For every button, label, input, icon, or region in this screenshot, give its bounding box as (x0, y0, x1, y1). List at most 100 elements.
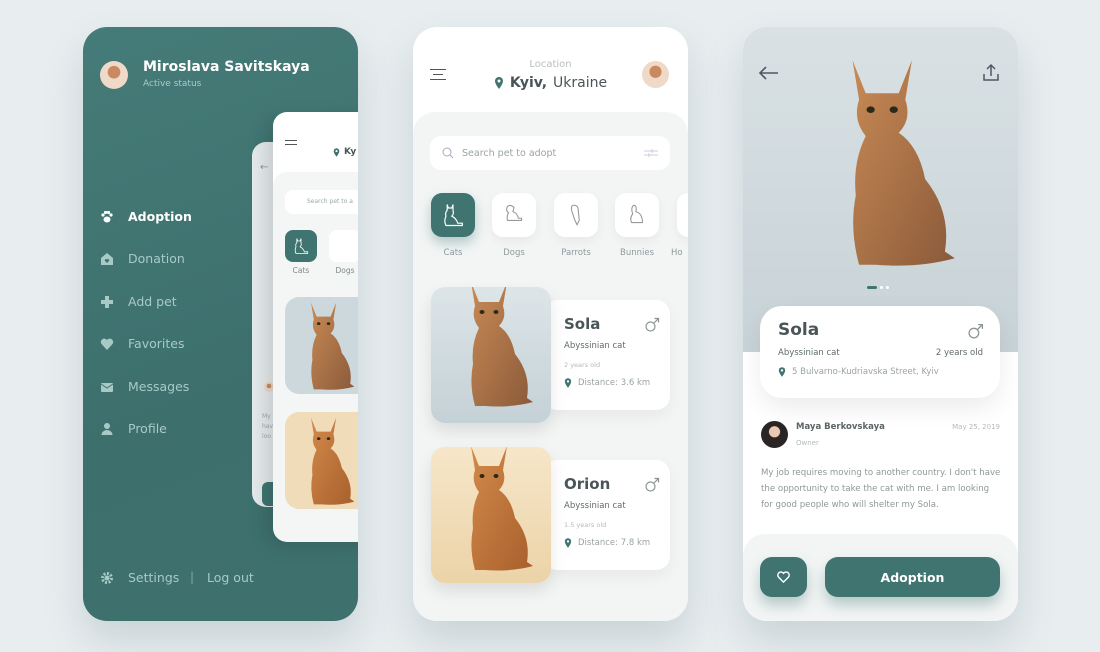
country: Ukraine (553, 75, 608, 91)
pet-name: Sola (778, 320, 820, 340)
menu-icon (285, 140, 297, 145)
logout-button[interactable]: Log out (207, 570, 254, 585)
menu-label: Adoption (128, 209, 192, 224)
preview-dogs-label: Dogs (335, 266, 355, 275)
preview-home-screen: Ky Search pet to a Cats Dogs (273, 112, 358, 542)
owner-avatar (761, 421, 788, 448)
menu-label: Favorites (128, 336, 185, 351)
pet-distance: Distance: 7.8 km (564, 538, 650, 548)
preview-description: My hav loo (262, 413, 274, 440)
category-parrots[interactable] (554, 193, 598, 237)
user-name: Miroslava Savitskaya (143, 59, 310, 75)
settings-button[interactable]: Settings (100, 570, 179, 585)
share-icon[interactable] (981, 63, 1001, 83)
settings-label: Settings (128, 570, 180, 585)
parrot-icon (570, 204, 580, 226)
paw-icon (101, 210, 113, 222)
menu-item-messages[interactable]: Messages (100, 379, 189, 394)
user-icon (101, 422, 113, 435)
preview-pet-image (285, 297, 358, 394)
category-label: Cats (443, 248, 463, 258)
pet-description: My job requires moving to another countr… (761, 468, 1001, 510)
filter-icon[interactable] (644, 148, 658, 158)
preview-pet-image (285, 412, 358, 509)
menu-label: Add pet (128, 294, 177, 309)
search-placeholder: Search pet to adopt (462, 147, 557, 159)
category-label: Parrots (561, 248, 591, 258)
male-icon (644, 477, 660, 493)
pet-detail-screen: Sola Abyssinian cat 2 years old 5 Bulvar… (743, 27, 1018, 621)
male-icon (967, 323, 984, 340)
pet-image (431, 447, 551, 583)
bunny-icon (630, 204, 643, 224)
pet-breed: Abyssinian cat (564, 341, 626, 351)
pet-breed: Abyssinian cat (564, 501, 626, 511)
preview-city: Ky (344, 147, 357, 157)
cat-photo (441, 447, 541, 583)
preview-cats-label: Cats (292, 266, 310, 275)
preview-search: Search pet to a (285, 190, 358, 214)
pet-breed: Abyssinian cat (778, 348, 840, 358)
home-screen: Location Kyiv, Ukraine Search pet to adop… (413, 27, 688, 621)
home-heart-icon (101, 252, 113, 265)
back-arrow-icon[interactable] (758, 65, 780, 81)
menu-item-favorites[interactable]: Favorites (100, 336, 184, 351)
distance-text: Distance: 3.6 km (578, 378, 651, 388)
search-icon (442, 147, 454, 159)
menu-label: Donation (128, 251, 185, 266)
drawer-screen: Miroslava Savitskaya Active status Adopt… (83, 27, 358, 621)
image-pagination[interactable] (867, 286, 889, 289)
male-icon (644, 317, 660, 333)
cat-photo (441, 287, 541, 419)
category-label: Bunnies (619, 248, 654, 258)
pet-name: Sola (564, 315, 601, 333)
pet-address: 5 Bulvarno-Kudriavska Street, Kyiv (778, 367, 939, 377)
category-bunnies[interactable] (615, 193, 659, 237)
menu-item-donation[interactable]: Donation (100, 251, 185, 266)
category-dogs[interactable] (492, 193, 536, 237)
favorite-button[interactable] (760, 557, 807, 597)
heart-icon (100, 338, 114, 350)
preview-cat-tile (285, 230, 317, 262)
category-cats[interactable] (431, 193, 475, 237)
city: Kyiv, (509, 75, 548, 91)
menu-label: Messages (128, 379, 190, 394)
pet-distance: Distance: 3.6 km (564, 378, 650, 388)
location-pin-icon (494, 77, 504, 89)
cat-photo (803, 45, 968, 280)
pet-age: 2 years old (935, 348, 983, 358)
dog-icon (506, 204, 523, 221)
pet-age: 2 years old (564, 361, 601, 369)
post-date: May 25, 2019 (952, 423, 1000, 431)
menu-item-adoption[interactable]: Adoption (100, 209, 192, 224)
category-label: Dogs (503, 248, 525, 258)
menu-item-profile[interactable]: Profile (100, 421, 167, 436)
pet-image (431, 287, 551, 423)
category-horses[interactable] (677, 193, 688, 237)
back-arrow-icon: ← (260, 162, 269, 173)
location-pin-icon (564, 538, 572, 548)
owner-name: Maya Berkovskaya (796, 422, 885, 432)
menu-label: Profile (128, 421, 167, 436)
gear-icon (101, 571, 113, 584)
user-status: Active status (143, 79, 202, 89)
menu-item-add-pet[interactable]: Add pet (100, 294, 177, 309)
address-text: 5 Bulvarno-Kudriavska Street, Kyiv (792, 367, 939, 377)
pet-age: 1.5 years old (564, 521, 607, 529)
user-avatar[interactable] (100, 61, 128, 89)
preview-location: Ky (333, 147, 356, 157)
distance-text: Distance: 7.8 km (578, 538, 651, 548)
adoption-button[interactable]: Adoption (825, 557, 1000, 597)
user-avatar[interactable] (642, 61, 669, 88)
heart-icon (777, 571, 790, 583)
category-label: Ho (671, 248, 683, 258)
pet-name: Orion (564, 475, 611, 493)
search-input[interactable]: Search pet to adopt (430, 136, 670, 170)
plus-icon (101, 295, 113, 308)
owner-role: Owner (796, 439, 819, 447)
mail-icon (100, 382, 114, 392)
separator: | (190, 570, 195, 584)
location-pin-icon (778, 367, 786, 377)
cat-icon (439, 201, 467, 229)
location-pin-icon (564, 378, 572, 388)
